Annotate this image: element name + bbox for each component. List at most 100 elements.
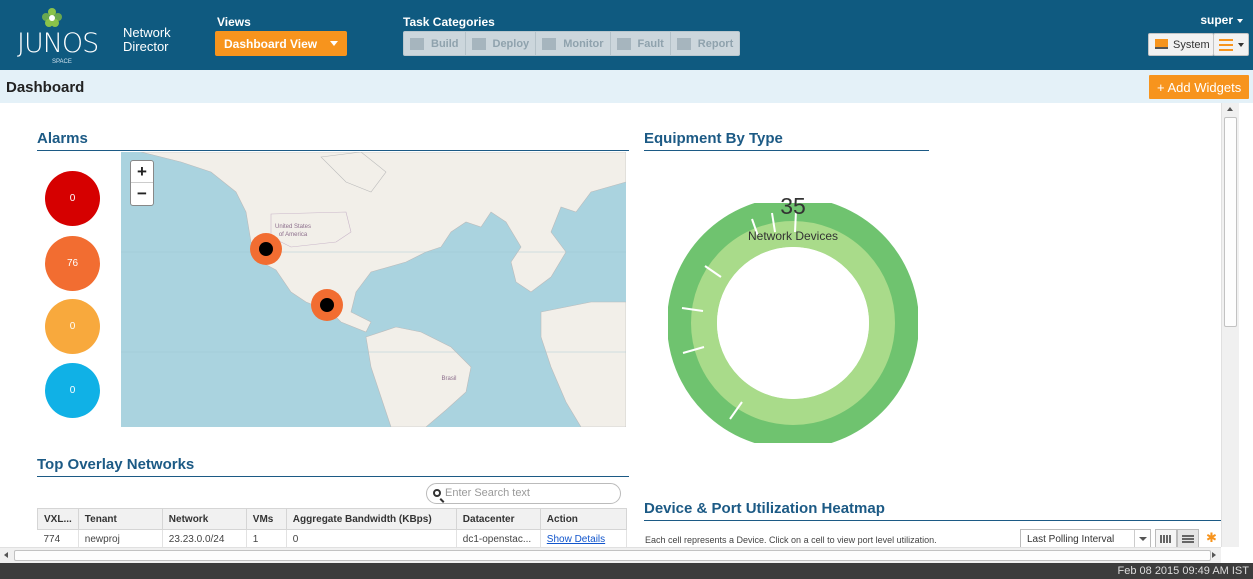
heatmap-title: Device & Port Utilization Heatmap xyxy=(644,500,1221,521)
cell-datacenter: dc1-openstac... xyxy=(456,529,541,547)
alarm-critical-count[interactable]: 0 xyxy=(45,171,100,226)
scroll-up-icon[interactable] xyxy=(1227,107,1233,111)
views-dropdown[interactable]: Dashboard View xyxy=(215,31,347,56)
logo-subtext: SPACE xyxy=(52,59,72,65)
task-monitor-label: Monitor xyxy=(563,37,604,50)
chevron-down-icon xyxy=(1238,43,1244,47)
views-label: Views xyxy=(217,15,251,29)
cell-action: Show Details xyxy=(540,529,628,547)
main-menu-button[interactable] xyxy=(1213,33,1249,56)
alarm-map[interactable]: United States of America Brasil + − xyxy=(121,152,626,427)
vertical-scroll-thumb[interactable] xyxy=(1224,117,1237,327)
settings-tool-button[interactable]: ✱ xyxy=(1206,530,1221,547)
map-label-usa: United States xyxy=(275,224,311,230)
table-row[interactable]: 774 newproj 23.23.0.0/24 1 0 dc1-opensta… xyxy=(37,529,628,547)
scroll-right-icon[interactable] xyxy=(1212,552,1216,558)
task-build-button[interactable]: Build xyxy=(404,32,466,55)
wrench-icon: ✱ xyxy=(1206,530,1217,545)
column-header-datacenter[interactable]: Datacenter xyxy=(455,508,541,530)
list-view-button[interactable] xyxy=(1177,529,1199,547)
alarm-marker[interactable] xyxy=(311,289,343,321)
task-fault-label: Fault xyxy=(637,37,664,50)
alarms-title: Alarms xyxy=(37,130,629,151)
alarm-minor-count[interactable]: 0 xyxy=(45,299,100,354)
system-button[interactable]: System xyxy=(1148,33,1214,56)
polling-interval-value: Last Polling Interval xyxy=(1027,534,1115,545)
world-map-graphic: United States of America Brasil xyxy=(121,152,626,427)
user-name: super xyxy=(1200,13,1233,27)
add-widgets-button[interactable]: + Add Widgets xyxy=(1149,75,1249,99)
product-name-line2: Director xyxy=(123,39,169,54)
cell-tenant: newproj xyxy=(78,529,163,547)
horizontal-scroll-thumb[interactable] xyxy=(14,550,1211,561)
equipment-total-label: Network Devices xyxy=(747,229,839,243)
user-menu[interactable]: super xyxy=(1200,13,1243,27)
equipment-title: Equipment By Type xyxy=(644,130,929,151)
page-header: Dashboard + Add Widgets xyxy=(0,70,1253,103)
logo-text: JUNOS xyxy=(17,28,99,59)
task-categories-toolbar: Build Deploy Monitor Fault Report xyxy=(403,31,741,56)
alarm-marker[interactable] xyxy=(250,233,282,265)
alarm-info-value: 0 xyxy=(69,385,76,396)
task-monitor-button[interactable]: Monitor xyxy=(536,32,611,55)
cell-vms: 1 xyxy=(246,529,287,547)
report-icon xyxy=(676,37,691,50)
map-label-brazil: Brasil xyxy=(441,376,456,382)
status-datetime: Feb 08 2015 09:49 AM IST xyxy=(1117,565,1249,577)
column-header-vxlan[interactable]: VXL... xyxy=(37,508,79,530)
deploy-icon xyxy=(471,37,486,50)
table-header-row: VXL... Tenant Network VMs Aggregate Band… xyxy=(37,508,628,530)
task-report-button[interactable]: Report xyxy=(671,32,739,55)
task-deploy-button[interactable]: Deploy xyxy=(466,32,537,55)
equipment-total: 35 xyxy=(780,193,806,219)
search-icon xyxy=(433,489,441,497)
donut-center xyxy=(717,247,869,399)
alarm-major-count[interactable]: 76 xyxy=(45,236,100,291)
cell-vxlan: 774 xyxy=(37,529,79,547)
grid-view-button[interactable] xyxy=(1155,529,1177,547)
heatmap-description: Each cell represents a Device. Click on … xyxy=(645,535,937,545)
views-selected-value: Dashboard View xyxy=(224,37,318,51)
column-header-tenant[interactable]: Tenant xyxy=(77,508,163,530)
app-window: JUNOS SPACE Network Director Views Dashb… xyxy=(0,0,1253,579)
status-bar: Feb 08 2015 09:49 AM IST xyxy=(0,563,1253,579)
top-bar: JUNOS SPACE Network Director Views Dashb… xyxy=(0,0,1253,70)
system-label: System xyxy=(1173,39,1210,51)
task-build-label: Build xyxy=(431,37,459,50)
task-report-label: Report xyxy=(697,37,734,50)
overlay-networks-table: VXL... Tenant Network VMs Aggregate Band… xyxy=(37,508,628,547)
vertical-scrollbar[interactable] xyxy=(1221,103,1239,547)
build-icon xyxy=(410,37,424,50)
alarm-major-value: 76 xyxy=(66,258,79,269)
map-zoom-control: + − xyxy=(130,160,154,206)
overlay-search-input[interactable]: Enter Search text xyxy=(426,483,621,504)
alarm-critical-value: 0 xyxy=(69,193,76,204)
overlay-search-placeholder: Enter Search text xyxy=(445,487,530,499)
flower-icon xyxy=(42,8,62,27)
junos-space-logo[interactable]: JUNOS SPACE xyxy=(15,8,99,66)
horizontal-scrollbar[interactable] xyxy=(0,547,1221,563)
list-icon xyxy=(1182,535,1194,543)
column-header-network[interactable]: Network xyxy=(161,508,247,530)
task-categories-label: Task Categories xyxy=(403,15,495,29)
zoom-out-button[interactable]: − xyxy=(131,183,153,205)
map-label-usa-line2: of America xyxy=(279,232,308,238)
chevron-down-icon xyxy=(1237,18,1243,23)
cell-network: 23.23.0.0/24 xyxy=(162,529,247,547)
column-header-vms[interactable]: VMs xyxy=(245,508,287,530)
monitor-icon xyxy=(542,37,557,50)
polling-interval-dropdown[interactable]: Last Polling Interval xyxy=(1020,529,1151,547)
scroll-left-icon[interactable] xyxy=(4,552,8,558)
show-details-link[interactable]: Show Details xyxy=(547,534,605,545)
column-header-action[interactable]: Action xyxy=(539,508,628,530)
task-deploy-label: Deploy xyxy=(492,37,530,50)
product-name-line1: Network xyxy=(123,25,171,40)
alarm-minor-value: 0 xyxy=(69,321,76,332)
cell-bandwidth: 0 xyxy=(286,529,457,547)
zoom-in-button[interactable]: + xyxy=(131,161,153,183)
monitor-screen-icon xyxy=(1155,39,1168,49)
task-fault-button[interactable]: Fault xyxy=(611,32,671,55)
page-title: Dashboard xyxy=(6,79,85,96)
column-header-bandwidth[interactable]: Aggregate Bandwidth (KBps) xyxy=(285,508,457,530)
alarm-info-count[interactable]: 0 xyxy=(45,363,100,418)
